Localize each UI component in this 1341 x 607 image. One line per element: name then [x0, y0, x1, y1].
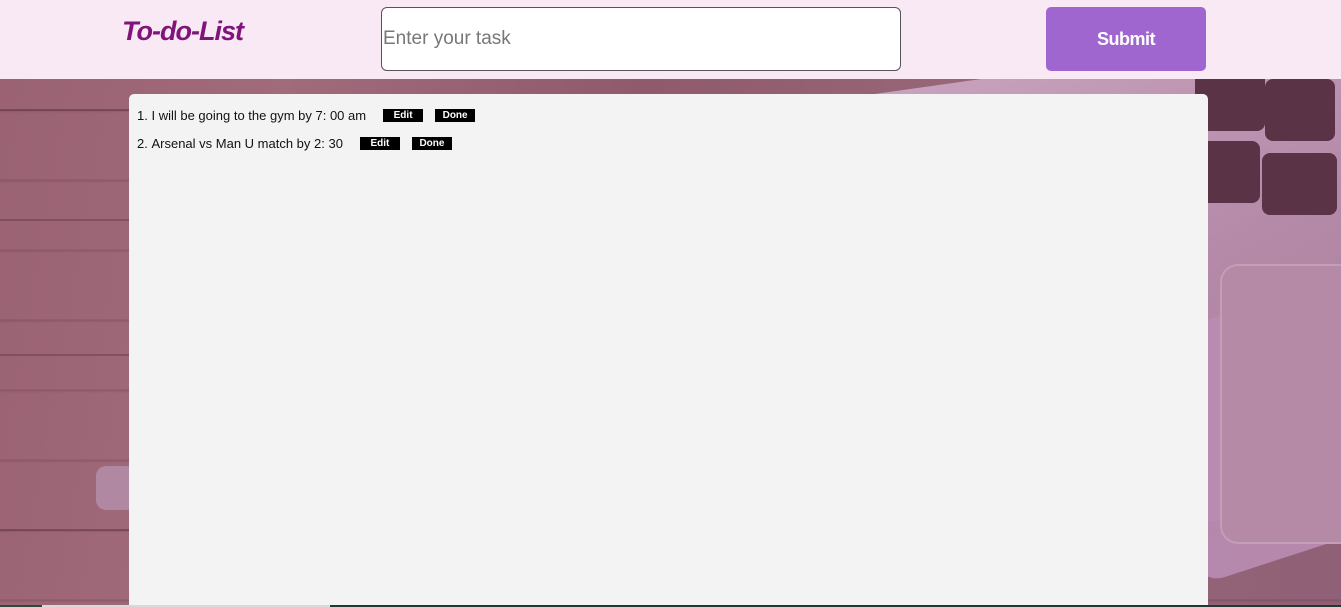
- edit-task-button[interactable]: Edit: [383, 108, 424, 122]
- edit-task-button[interactable]: Edit: [359, 136, 400, 150]
- desk-plank-line: [0, 529, 140, 531]
- task-list: 1. I will be going to the gym by 7: 00 a…: [137, 107, 476, 163]
- done-task-button[interactable]: Done: [435, 108, 476, 122]
- submit-button[interactable]: Submit: [1046, 7, 1206, 71]
- task-text: I will be going to the gym by 7: 00 am: [151, 107, 367, 123]
- done-task-button[interactable]: Done: [411, 136, 452, 150]
- desk-plank-line: [0, 109, 140, 111]
- trackpad-image: [1220, 264, 1341, 544]
- task-input[interactable]: [381, 7, 901, 71]
- task-text: Arsenal vs Man U match by 2: 30: [151, 135, 343, 151]
- laptop-key: [1200, 141, 1260, 203]
- task-number: 1.: [137, 107, 148, 123]
- app-logo: To-do-List: [122, 16, 244, 46]
- task-number: 2.: [137, 135, 148, 151]
- task-item: 2. Arsenal vs Man U match by 2: 30 Edit …: [137, 135, 475, 151]
- task-item: 1. I will be going to the gym by 7: 00 a…: [137, 107, 476, 123]
- laptop-key: [1265, 79, 1335, 141]
- task-panel: 1. I will be going to the gym by 7: 00 a…: [129, 94, 1208, 607]
- desk-plank-line: [0, 219, 140, 221]
- app-header: To-do-List Submit: [0, 0, 1341, 79]
- desk-plank-line: [0, 354, 140, 356]
- laptop-key: [1262, 153, 1337, 215]
